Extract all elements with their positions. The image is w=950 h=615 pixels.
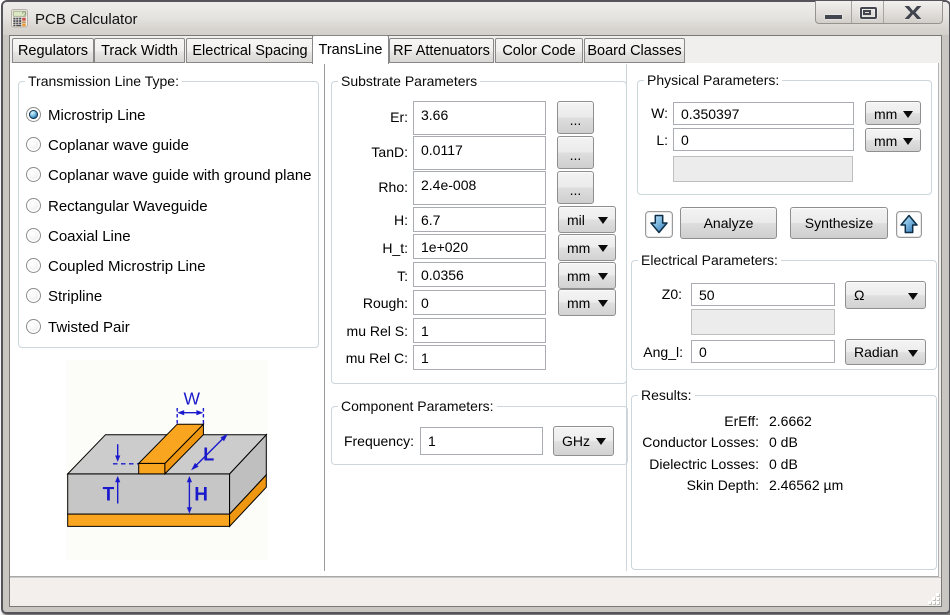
- svg-text:L: L: [203, 445, 214, 465]
- svg-text:T: T: [103, 485, 115, 506]
- svg-text:H: H: [194, 485, 208, 506]
- svg-text:W: W: [184, 388, 201, 408]
